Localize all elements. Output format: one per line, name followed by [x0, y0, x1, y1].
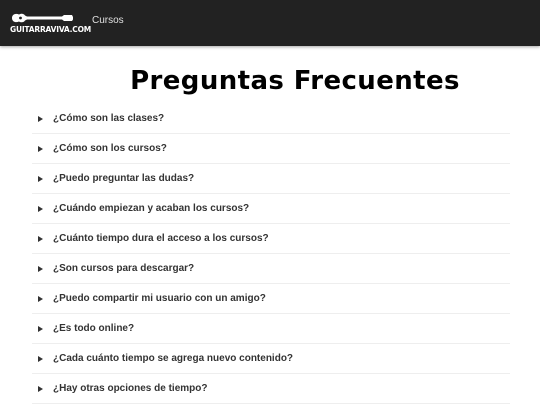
faq-item[interactable]: ¿Cada cuánto tiempo se agrega nuevo cont… — [32, 344, 510, 374]
faq-item[interactable]: ¿Es todo online? — [32, 314, 510, 344]
faq-item[interactable]: ¿Hay otras opciones de tiempo? — [32, 374, 510, 404]
caret-right-icon — [38, 295, 43, 302]
faq-question: ¿Son cursos para descargar? — [53, 263, 195, 274]
faq-question: ¿Es todo online? — [53, 323, 135, 334]
caret-right-icon — [38, 145, 43, 152]
faq-item[interactable]: ¿Cómo son las clases? — [32, 104, 510, 134]
faq-question: ¿Puedo preguntar las dudas? — [53, 173, 195, 184]
faq-item[interactable]: ¿Puedo preguntar las dudas? — [32, 164, 510, 194]
faq-question: ¿Cómo son los cursos? — [53, 143, 167, 154]
faq-item[interactable]: ¿Cuánto tiempo dura el acceso a los curs… — [32, 224, 510, 254]
faq-item[interactable]: ¿Son cursos para descargar? — [32, 254, 510, 284]
faq-item[interactable]: ¿Puedo compartir mi usuario con un amigo… — [32, 284, 510, 314]
caret-right-icon — [38, 385, 43, 392]
faq-question: ¿Cada cuánto tiempo se agrega nuevo cont… — [53, 353, 294, 364]
faq-question: ¿Hay otras opciones de tiempo? — [53, 383, 208, 394]
caret-right-icon — [38, 325, 43, 332]
caret-right-icon — [38, 205, 43, 212]
guitar-icon — [12, 13, 73, 23]
faq-question: ¿Cuándo empiezan y acaban los cursos? — [53, 203, 250, 214]
page-title: Preguntas Frecuentes — [130, 66, 460, 96]
caret-right-icon — [38, 235, 43, 242]
caret-right-icon — [38, 355, 43, 362]
faq-item[interactable]: ¿Cuándo empiezan y acaban los cursos? — [32, 194, 510, 224]
site-logo[interactable]: GUITARRAVIVA.COM — [10, 12, 91, 34]
faq-question: ¿Cuánto tiempo dura el acceso a los curs… — [53, 233, 269, 244]
top-navbar: GUITARRAVIVA.COM Cursos — [0, 0, 540, 46]
nav-cursos[interactable]: Cursos — [92, 15, 124, 26]
caret-right-icon — [38, 115, 43, 122]
caret-right-icon — [38, 265, 43, 272]
caret-right-icon — [38, 175, 43, 182]
faq-list: ¿Cómo son las clases? ¿Cómo son los curs… — [0, 104, 540, 404]
logo-text: GUITARRAVIVA.COM — [10, 25, 92, 34]
faq-item[interactable]: ¿Cómo son los cursos? — [32, 134, 510, 164]
faq-question: ¿Puedo compartir mi usuario con un amigo… — [53, 293, 266, 304]
faq-question: ¿Cómo son las clases? — [53, 113, 165, 124]
